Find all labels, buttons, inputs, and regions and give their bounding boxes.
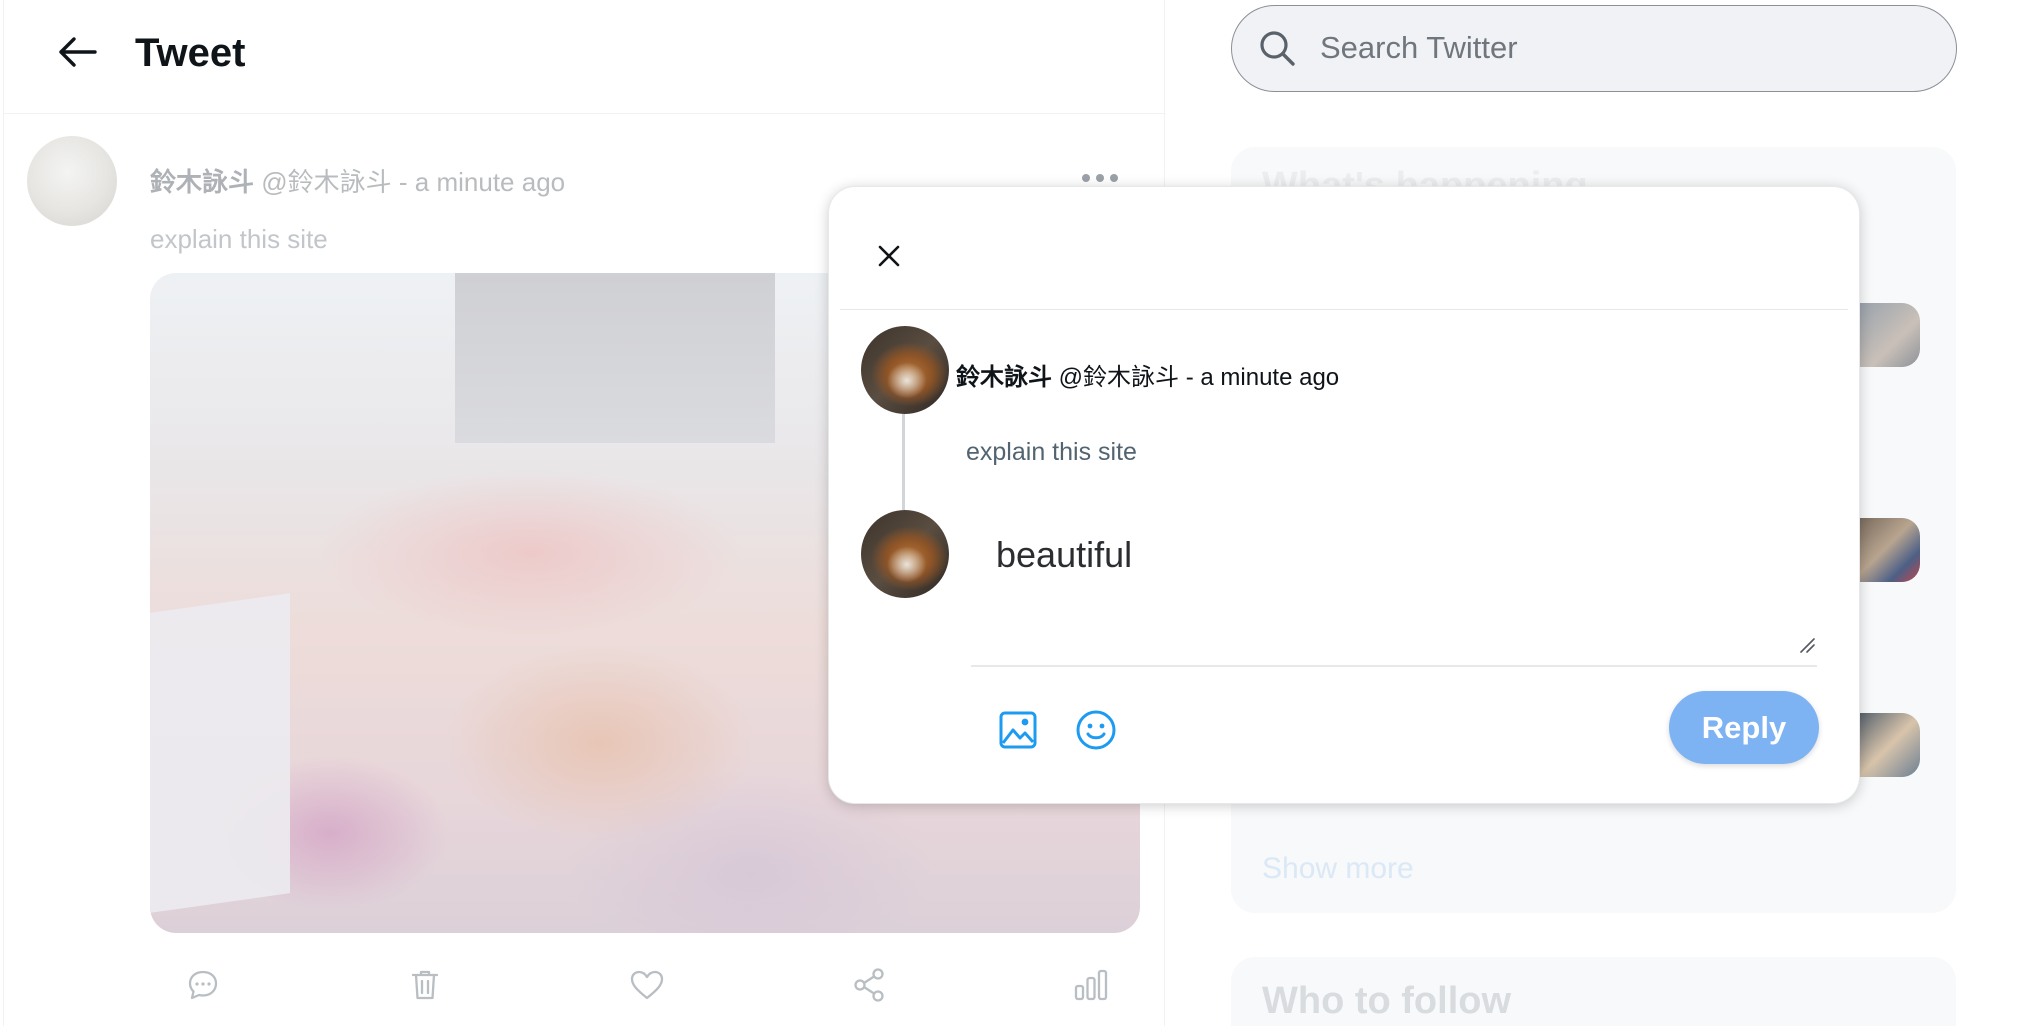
original-separator: - [1185, 364, 1194, 391]
page-header: Tweet [4, 0, 1166, 114]
tweet-author-handle[interactable]: @鈴木詠斗 [261, 167, 391, 197]
tweet-actions [150, 960, 1140, 1010]
add-image-button[interactable] [989, 701, 1047, 759]
photo-building [455, 273, 775, 443]
close-button[interactable] [861, 228, 917, 284]
original-timestamp: a minute ago [1200, 364, 1340, 391]
tweet-timestamp: a minute ago [414, 167, 566, 197]
emoji-icon [1076, 710, 1116, 750]
dot-icon [1082, 174, 1090, 182]
original-author-avatar[interactable] [861, 326, 949, 414]
comment-icon [188, 970, 218, 1000]
original-author-name[interactable]: 鈴木詠斗 [956, 364, 1052, 391]
photo-sign [150, 593, 290, 913]
image-icon [999, 711, 1037, 749]
like-button[interactable] [622, 960, 672, 1010]
share-icon [854, 968, 884, 1002]
tweet-text: explain this site [150, 224, 328, 254]
who-to-follow-title: Who to follow [1262, 980, 1512, 1022]
resize-handle-icon[interactable] [1799, 637, 1815, 653]
share-button[interactable] [844, 960, 894, 1010]
close-icon [878, 245, 900, 267]
back-button[interactable] [44, 24, 110, 80]
stats-icon [1074, 969, 1108, 1001]
show-more-link[interactable]: Show more [1262, 852, 1414, 886]
search-input[interactable] [1320, 20, 1920, 76]
trend-thumbnail[interactable] [1860, 518, 1920, 582]
original-tweet-text: explain this site [966, 438, 1137, 466]
dot-icon [1110, 174, 1118, 182]
trash-icon [411, 970, 439, 1000]
back-arrow-icon [59, 37, 97, 67]
thread-line [902, 414, 905, 510]
reply-textarea[interactable]: beautiful [971, 525, 1821, 655]
trend-thumbnail[interactable] [1860, 713, 1920, 777]
trend-thumbnail[interactable] [1860, 303, 1920, 367]
heart-icon [630, 970, 664, 1000]
tweet-author-avatar[interactable] [27, 136, 117, 226]
add-emoji-button[interactable] [1067, 701, 1125, 759]
tweet-author-name[interactable]: 鈴木詠斗 [150, 167, 254, 197]
tweet-separator: - [398, 167, 408, 197]
delete-button[interactable] [400, 960, 450, 1010]
reply-button[interactable]: Reply [1669, 691, 1819, 764]
dot-icon [1096, 174, 1104, 182]
analytics-button[interactable] [1066, 960, 1116, 1010]
comment-button[interactable] [178, 960, 228, 1010]
modal-divider [840, 309, 1848, 310]
tweet-meta: 鈴木詠斗 @鈴木詠斗 - a minute ago [150, 162, 565, 199]
page-title: Tweet [135, 31, 246, 75]
current-user-avatar[interactable] [861, 510, 949, 598]
original-author-handle[interactable]: @鈴木詠斗 [1059, 364, 1179, 391]
search-icon [1260, 31, 1295, 66]
original-tweet-meta: 鈴木詠斗 @鈴木詠斗 - a minute ago [956, 357, 1339, 392]
input-divider [971, 665, 1817, 667]
